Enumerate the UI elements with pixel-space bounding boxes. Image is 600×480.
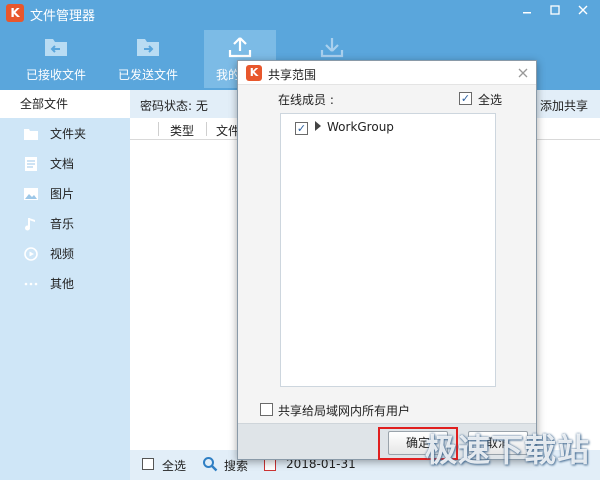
sidebar-item-label: 文件夹 (50, 127, 87, 141)
upload-icon (228, 37, 252, 58)
column-separator (206, 122, 207, 136)
document-icon (25, 157, 37, 171)
dialog-title: 共享范围 (268, 68, 317, 82)
sidebar-item-images[interactable]: 图片 (0, 179, 130, 209)
sent-files-label: 已发送文件 (117, 68, 178, 82)
workgroup-checkbox[interactable]: ✓ (295, 122, 308, 135)
folder-icon (24, 129, 38, 140)
select-all-label: 全选 (162, 459, 187, 473)
sidebar-item-label: 音乐 (50, 217, 75, 231)
minimize-icon[interactable] (514, 0, 540, 22)
workgroup-item[interactable]: WorkGroup (327, 120, 394, 134)
column-type[interactable]: 类型 (170, 122, 194, 139)
sent-files-icon (137, 39, 159, 56)
image-icon (24, 188, 38, 200)
sidebar-item-label: 其他 (50, 277, 75, 291)
sidebar-item-documents[interactable]: 文档 (0, 149, 130, 179)
sidebar-item-label: 文档 (50, 157, 75, 171)
close-icon[interactable] (570, 0, 596, 22)
music-icon (25, 218, 35, 231)
dialog-title-bar: K 共享范围 (238, 61, 536, 85)
sidebar-item-video[interactable]: 视频 (0, 239, 130, 269)
more-icon (24, 282, 38, 286)
watermark: 极速下载站 (425, 431, 591, 469)
column-separator (158, 122, 159, 136)
sidebar-item-all-files[interactable]: 全部文件 (0, 90, 130, 118)
maximize-icon[interactable] (542, 0, 568, 22)
select-all-checkbox[interactable] (142, 458, 154, 470)
sidebar-item-folder[interactable]: 文件夹 (0, 119, 130, 149)
password-status: 密码状态: 无 (140, 99, 208, 113)
online-members-label: 在线成员 : (278, 93, 334, 107)
app-logo-icon: K (6, 4, 24, 22)
search-icon[interactable] (202, 456, 218, 472)
received-files-button[interactable]: 已接收文件 (20, 30, 92, 88)
sidebar: 全部文件 文件夹 文档 图片 音乐 视频 其他 (0, 90, 130, 480)
select-all-members-label: 全选 (478, 93, 503, 107)
share-all-label: 共享给局域网内所有用户 (278, 404, 411, 418)
video-icon (24, 247, 38, 261)
title-bar: K 文件管理器 (0, 0, 600, 26)
received-files-icon (45, 39, 67, 56)
sidebar-item-other[interactable]: 其他 (0, 269, 130, 299)
member-list: ✓ WorkGroup (280, 113, 496, 387)
add-share-button[interactable]: 添加共享 (540, 97, 588, 114)
share-all-checkbox[interactable] (260, 403, 273, 416)
expand-arrow-icon[interactable] (315, 121, 321, 131)
dialog-close-icon[interactable] (518, 64, 528, 82)
share-scope-dialog: K 共享范围 在线成员 : ✓ 全选 ✓ WorkGroup 共享给局域网内所有… (237, 60, 537, 460)
sidebar-item-label: 视频 (50, 247, 75, 261)
app-title: 文件管理器 (30, 9, 96, 24)
sent-files-button[interactable]: 已发送文件 (112, 30, 184, 88)
select-all-members-checkbox[interactable]: ✓ (459, 92, 472, 105)
received-files-label: 已接收文件 (25, 68, 86, 82)
download-icon (320, 38, 344, 58)
sidebar-item-music[interactable]: 音乐 (0, 209, 130, 239)
dialog-logo-icon: K (246, 65, 262, 81)
sidebar-item-label: 图片 (50, 187, 75, 201)
